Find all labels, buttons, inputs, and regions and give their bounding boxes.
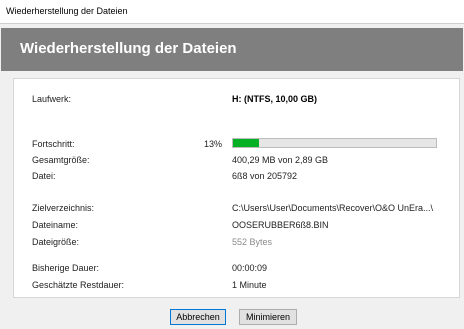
filesize-label: Dateigröße: (32, 237, 80, 247)
dialog-header: Wiederherstellung der Dateien (1, 28, 463, 71)
total-size-label: Gesamtgröße: (32, 155, 90, 165)
progress-label: Fortschritt: (32, 139, 75, 149)
file-count-value: 6ß8 von 205792 (232, 171, 298, 181)
filename-value: OOSERUBBER6ß8.BIN (232, 220, 329, 230)
remaining-value: 1 Minute (232, 280, 267, 290)
progress-percent: 13% (203, 139, 222, 149)
elapsed-value: 00:00:09 (232, 263, 268, 273)
target-dir-value: C:\Users\User\Documents\Recover\O&O UnEr… (232, 203, 434, 213)
drive-label: Laufwerk: (32, 94, 72, 104)
file-count-label: Datei: (32, 171, 56, 181)
cancel-button[interactable]: Abbrechen (170, 309, 226, 325)
remaining-label: Geschätzte Restdauer: (32, 280, 125, 290)
window-titlebar: Wiederherstellung der Dateien (0, 0, 464, 24)
elapsed-label: Bisherige Dauer: (32, 263, 100, 273)
drive-value: H: (NTFS, 10,00 GB) (232, 94, 318, 104)
minimize-button[interactable]: Minimieren (239, 309, 297, 325)
filename-label: Dateiname: (32, 220, 79, 230)
window-title: Wiederherstellung der Dateien (6, 6, 128, 16)
total-size-value: 400,29 MB von 2,89 GB (232, 155, 329, 165)
progress-bar-fill (233, 139, 260, 147)
filesize-value: 552 Bytes (232, 237, 273, 247)
progress-bar (232, 138, 437, 148)
details-panel: Laufwerk: H: (NTFS, 10,00 GB) Fortschrit… (13, 78, 460, 298)
dialog-heading: Wiederherstellung der Dateien (20, 40, 237, 57)
target-dir-label: Zielverzeichnis: (32, 203, 95, 213)
